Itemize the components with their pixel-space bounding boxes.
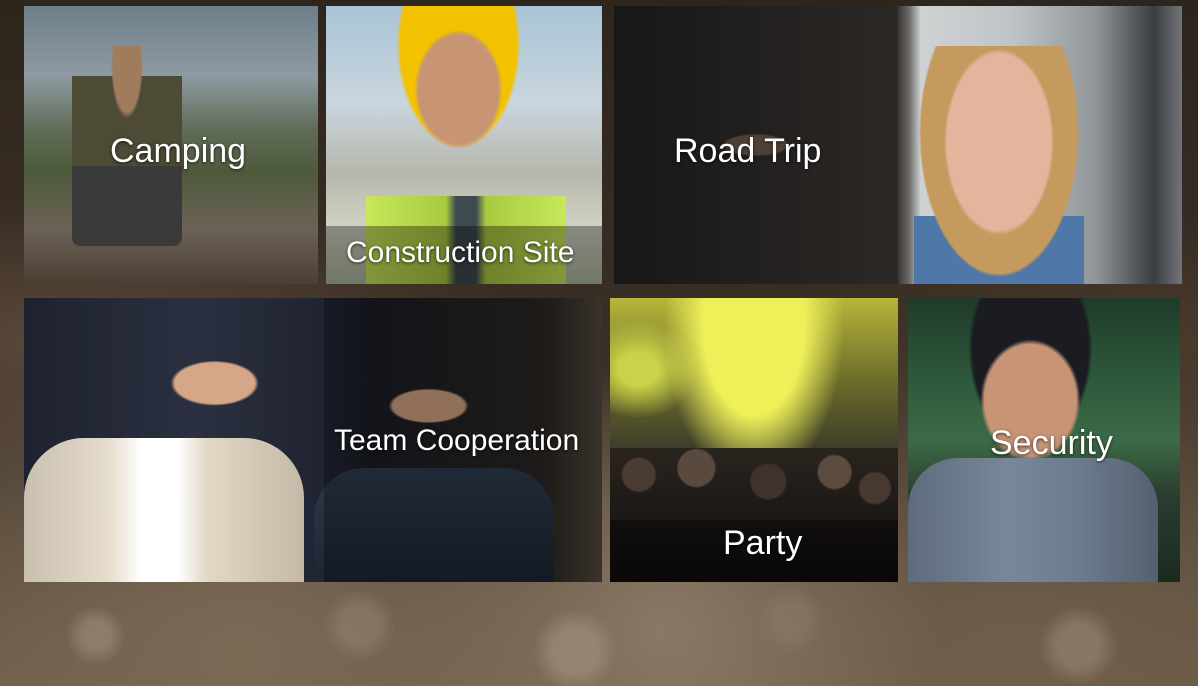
camping-label: Camping <box>110 132 247 170</box>
party-label: Party <box>723 524 803 562</box>
construction-site-tile: Construction Site <box>326 6 602 284</box>
road-trip-tile: Road Trip <box>614 6 1182 284</box>
team-cooperation-label: Team Cooperation <box>334 424 580 457</box>
security-tile: Security <box>908 298 1180 582</box>
driver-figure <box>914 46 1084 284</box>
party-tile: Party <box>610 298 898 582</box>
security-label: Security <box>990 424 1113 462</box>
businessman-figure <box>24 438 304 582</box>
camping-tile: Camping <box>24 6 318 284</box>
guard-figure <box>908 458 1158 582</box>
road-trip-label: Road Trip <box>674 132 822 170</box>
team-cooperation-tile: Team Cooperation <box>24 298 602 582</box>
rocky-background <box>0 585 1198 686</box>
construction-site-label: Construction Site <box>346 236 575 269</box>
